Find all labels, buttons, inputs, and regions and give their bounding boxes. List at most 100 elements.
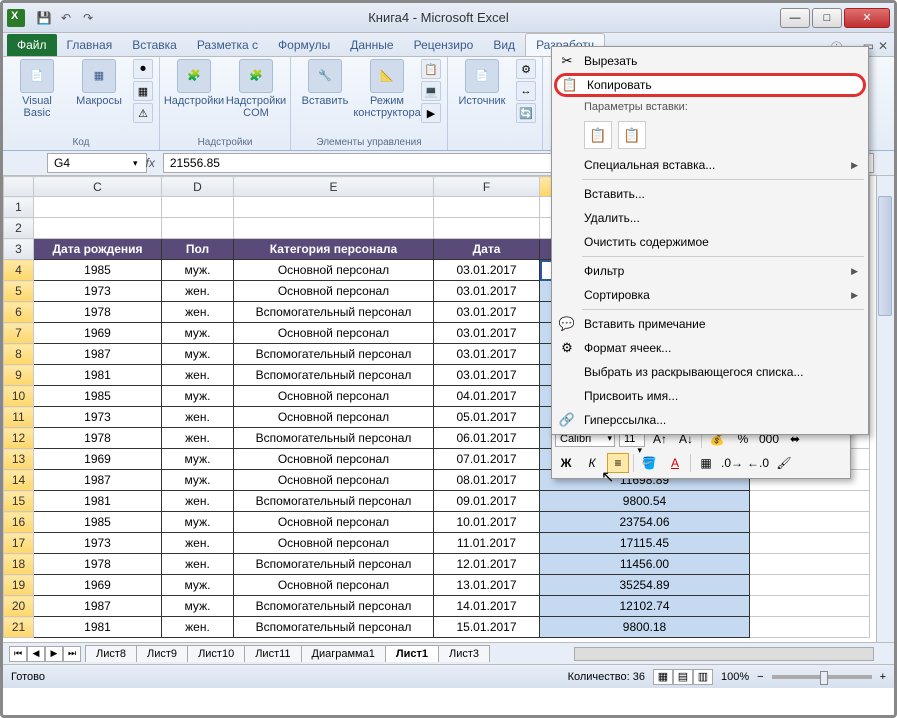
row-header[interactable]: 16 <box>4 512 34 533</box>
row-header[interactable]: 7 <box>4 323 34 344</box>
sheet-tab[interactable]: Лист8 <box>85 645 137 662</box>
maximize-button[interactable]: □ <box>812 8 842 28</box>
ctx-insert[interactable]: Вставить... <box>554 182 866 206</box>
mini-italic-button[interactable]: К <box>581 453 603 473</box>
cell[interactable]: 10.01.2017 <box>434 512 540 533</box>
cell[interactable]: Основной персонал <box>234 407 434 428</box>
header-cell[interactable]: Категория персонала <box>234 239 434 260</box>
cell[interactable]: 11456.00 <box>540 554 750 575</box>
cell[interactable]: Основной персонал <box>234 281 434 302</box>
scrollbar-thumb[interactable] <box>878 196 892 316</box>
row-header[interactable]: 4 <box>4 260 34 281</box>
header-cell[interactable]: Дата <box>434 239 540 260</box>
ctx-hyperlink[interactable]: 🔗Гиперссылка... <box>554 408 866 432</box>
paste-option-values-icon[interactable]: 📋 <box>584 121 612 149</box>
cell[interactable]: Основной персонал <box>234 323 434 344</box>
cell[interactable]: жен. <box>162 491 234 512</box>
cell[interactable]: 03.01.2017 <box>434 365 540 386</box>
cell[interactable]: 12.01.2017 <box>434 554 540 575</box>
ctx-format-cells[interactable]: ⚙Формат ячеек... <box>554 336 866 360</box>
col-header-d[interactable]: D <box>162 177 234 197</box>
cell[interactable]: 1987 <box>34 596 162 617</box>
cell[interactable]: Вспомогательный персонал <box>234 596 434 617</box>
cell[interactable]: Основной персонал <box>234 386 434 407</box>
tab-formulas[interactable]: Формулы <box>268 34 340 56</box>
cell[interactable]: Основной персонал <box>234 449 434 470</box>
macro-security-icon[interactable]: ⚠ <box>133 103 153 123</box>
mini-fill-color-icon[interactable]: 🪣 <box>638 453 660 473</box>
sheet-tab[interactable]: Диаграмма1 <box>301 645 386 662</box>
cell[interactable]: муж. <box>162 575 234 596</box>
macros-button[interactable]: ▦Макросы <box>71 59 127 107</box>
cell[interactable]: 06.01.2017 <box>434 428 540 449</box>
cell[interactable] <box>750 596 870 617</box>
cell[interactable]: 1985 <box>34 512 162 533</box>
zoom-in-icon[interactable]: + <box>880 671 886 683</box>
row-header[interactable]: 5 <box>4 281 34 302</box>
cell[interactable]: 1987 <box>34 470 162 491</box>
cell[interactable]: 15.01.2017 <box>434 617 540 638</box>
cell[interactable]: 9800.54 <box>540 491 750 512</box>
cell[interactable]: 11.01.2017 <box>434 533 540 554</box>
record-macro-icon[interactable]: ⏺ <box>133 59 153 79</box>
visual-basic-button[interactable]: 📄Visual Basic <box>9 59 65 119</box>
name-box[interactable]: G4 <box>47 153 147 173</box>
row-header[interactable]: 12 <box>4 428 34 449</box>
vertical-scrollbar[interactable] <box>876 176 894 642</box>
cell[interactable] <box>750 575 870 596</box>
col-header-f[interactable]: F <box>434 177 540 197</box>
save-button[interactable]: 💾 <box>35 9 53 27</box>
insert-control-button[interactable]: 🔧Вставить <box>297 59 353 107</box>
cell[interactable] <box>750 491 870 512</box>
map-props-icon[interactable]: ⚙ <box>516 59 536 79</box>
cell[interactable]: Основной персонал <box>234 470 434 491</box>
row-header[interactable]: 21 <box>4 617 34 638</box>
com-addins-button[interactable]: 🧩Надстройки COM <box>228 59 284 119</box>
cell[interactable]: 03.01.2017 <box>434 281 540 302</box>
sheet-tab[interactable]: Лист1 <box>385 645 439 662</box>
row-header[interactable]: 9 <box>4 365 34 386</box>
cell[interactable]: 1985 <box>34 386 162 407</box>
cell[interactable] <box>750 617 870 638</box>
tab-file[interactable]: Файл <box>7 34 57 56</box>
ctx-define-name[interactable]: Присвоить имя... <box>554 384 866 408</box>
relative-ref-icon[interactable]: ▦ <box>133 81 153 101</box>
cell[interactable]: 14.01.2017 <box>434 596 540 617</box>
mini-decrease-decimal-icon[interactable]: ←.0 <box>747 453 769 473</box>
ctx-copy[interactable]: 📋Копировать <box>554 73 866 97</box>
sheet-nav-next-icon[interactable]: ▶ <box>45 646 63 662</box>
row-header[interactable]: 19 <box>4 575 34 596</box>
name-box-dropdown-icon[interactable]: ▾ <box>133 158 138 169</box>
cell[interactable]: 1985 <box>34 260 162 281</box>
close-button[interactable]: ✕ <box>844 8 890 28</box>
horizontal-scrollbar[interactable] <box>574 647 874 661</box>
cell[interactable]: Основной персонал <box>234 512 434 533</box>
run-dialog-icon[interactable]: ▶ <box>421 103 441 123</box>
sheet-nav-last-icon[interactable]: ⏭ <box>63 646 81 662</box>
sheet-tab[interactable]: Лист3 <box>438 645 490 662</box>
cell[interactable]: 05.01.2017 <box>434 407 540 428</box>
redo-button[interactable]: ↷ <box>79 9 97 27</box>
cell[interactable]: муж. <box>162 323 234 344</box>
ctx-sort[interactable]: Сортировка▶ <box>554 283 866 307</box>
cell[interactable]: 35254.89 <box>540 575 750 596</box>
cell[interactable]: Вспомогательный персонал <box>234 428 434 449</box>
cell[interactable]: 03.01.2017 <box>434 260 540 281</box>
cell[interactable]: 9800.18 <box>540 617 750 638</box>
cell[interactable] <box>750 554 870 575</box>
refresh-icon[interactable]: 🔄 <box>516 103 536 123</box>
ctx-cut[interactable]: ✂Вырезать <box>554 49 866 73</box>
row-header[interactable]: 10 <box>4 386 34 407</box>
row-header[interactable]: 13 <box>4 449 34 470</box>
cell[interactable]: 1978 <box>34 554 162 575</box>
cell[interactable]: 13.01.2017 <box>434 575 540 596</box>
tab-layout[interactable]: Разметка с <box>187 34 268 56</box>
source-button[interactable]: 📄Источник <box>454 59 510 107</box>
tab-home[interactable]: Главная <box>57 34 123 56</box>
cell[interactable]: 03.01.2017 <box>434 302 540 323</box>
fx-icon[interactable]: fx <box>146 156 155 170</box>
cell[interactable]: жен. <box>162 407 234 428</box>
cell[interactable]: жен. <box>162 533 234 554</box>
cell[interactable]: муж. <box>162 449 234 470</box>
view-page-layout-icon[interactable]: ▤ <box>673 669 693 685</box>
